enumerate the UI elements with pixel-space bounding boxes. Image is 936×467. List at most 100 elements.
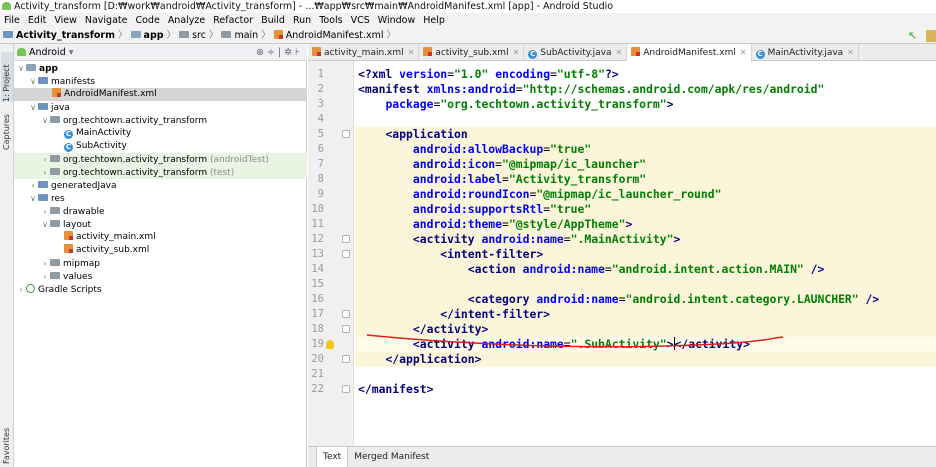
- tree-item-activity-sub-xml[interactable]: activity_sub.xml: [14, 244, 307, 257]
- menu-code[interactable]: Code: [131, 13, 163, 28]
- fold-marker-icon[interactable]: [342, 130, 350, 138]
- code-line[interactable]: </application>: [358, 352, 481, 367]
- breadcrumb-app[interactable]: app: [144, 28, 164, 44]
- tree-item-activity-main-xml[interactable]: activity_main.xml: [14, 231, 307, 244]
- menu-build[interactable]: Build: [257, 13, 289, 28]
- code-line[interactable]: <action android:name="android.intent.act…: [358, 262, 825, 277]
- menu-run[interactable]: Run: [289, 13, 315, 28]
- tree-item-gradle-scripts[interactable]: › Gradle Scripts: [14, 283, 307, 296]
- chevron-down-icon[interactable]: ∨: [28, 192, 38, 205]
- tree-item-drawable[interactable]: › drawable: [14, 205, 307, 218]
- fold-marker-icon[interactable]: [342, 250, 350, 258]
- code-line[interactable]: android:theme="@style/AppTheme">: [358, 217, 632, 232]
- menu-vcs[interactable]: VCS: [347, 13, 374, 28]
- fold-marker-icon[interactable]: [342, 310, 350, 318]
- chevron-right-icon[interactable]: ›: [28, 179, 38, 192]
- code-line[interactable]: android:label="Activity_transform": [358, 172, 646, 187]
- tab-mainactivity-java[interactable]: C MainActivity.java ✕: [752, 44, 859, 61]
- code-line[interactable]: android:roundIcon="@mipmap/ic_launcher_r…: [358, 187, 722, 202]
- chevron-down-icon[interactable]: ∨: [28, 101, 38, 114]
- tree-item-androidmanifest[interactable]: AndroidManifest.xml: [14, 88, 307, 101]
- code-line[interactable]: <category android:name="android.intent.c…: [358, 292, 880, 307]
- tree-item-app[interactable]: ∨ app: [14, 62, 307, 75]
- tree-item-package-test[interactable]: › org.techtown.activity_transform (test): [14, 166, 307, 179]
- menu-analyze[interactable]: Analyze: [164, 13, 209, 28]
- chevron-right-icon[interactable]: ›: [40, 166, 50, 179]
- tab-captures[interactable]: Captures: [1, 106, 13, 150]
- close-icon[interactable]: ✕: [509, 48, 520, 57]
- tab-project[interactable]: 1: Project: [1, 52, 13, 102]
- tab-text[interactable]: Text: [316, 447, 349, 467]
- view-selector[interactable]: Android: [29, 47, 66, 58]
- code-line[interactable]: package="org.techtown.activity_transform…: [358, 97, 673, 112]
- menu-view[interactable]: View: [50, 13, 81, 28]
- menu-file[interactable]: File: [0, 13, 24, 28]
- chevron-down-icon[interactable]: ∨: [28, 75, 38, 88]
- chevron-right-icon[interactable]: ›: [40, 205, 50, 218]
- menu-edit[interactable]: Edit: [24, 13, 50, 28]
- tab-subactivity-java[interactable]: C SubActivity.java ✕: [524, 44, 628, 61]
- code-line[interactable]: <?xml version="1.0" encoding="utf-8"?>: [358, 67, 619, 82]
- tab-activity-sub-xml[interactable]: activity_sub.xml ✕: [419, 44, 525, 61]
- menu-help[interactable]: Help: [419, 13, 449, 28]
- menu-window[interactable]: Window: [374, 13, 419, 28]
- menu-navigate[interactable]: Navigate: [81, 13, 132, 28]
- hide-icon[interactable]: ⊦: [295, 47, 303, 58]
- target-icon[interactable]: ⊕: [256, 47, 267, 58]
- chevron-right-icon[interactable]: ›: [16, 283, 26, 296]
- collapse-icon[interactable]: ÷: [267, 47, 278, 58]
- tree-item-layout[interactable]: ∨ layout: [14, 218, 307, 231]
- tree-item-mipmap[interactable]: › mipmap: [14, 257, 307, 270]
- gear-icon[interactable]: ✲: [284, 47, 295, 58]
- tree-item-package-androidtest[interactable]: › org.techtown.activity_transform (androi…: [14, 153, 307, 166]
- breadcrumb-main[interactable]: main: [234, 28, 258, 44]
- chevron-down-icon[interactable]: ∨: [40, 218, 50, 231]
- menu-refactor[interactable]: Refactor: [209, 13, 257, 28]
- fold-marker-icon[interactable]: [342, 385, 350, 393]
- tab-androidmanifest-xml[interactable]: AndroidManifest.xml ✕: [627, 44, 752, 62]
- chevron-right-icon[interactable]: ›: [40, 257, 50, 270]
- breadcrumb-file[interactable]: AndroidManifest.xml: [286, 28, 384, 44]
- chevron-down-icon[interactable]: ▾: [69, 47, 74, 58]
- chevron-down-icon[interactable]: ∨: [40, 114, 50, 127]
- breadcrumb-project[interactable]: Activity_transform: [16, 28, 115, 44]
- code-line[interactable]: <intent-filter>: [358, 247, 543, 262]
- tree-item-res[interactable]: ∨ res: [14, 192, 307, 205]
- close-icon[interactable]: ✕: [736, 48, 747, 57]
- make-project-hammer-icon[interactable]: ↖: [908, 30, 920, 42]
- code-line[interactable]: </intent-filter>: [358, 307, 550, 322]
- tab-merged-manifest[interactable]: Merged Manifest: [348, 447, 435, 467]
- chevron-right-icon[interactable]: ›: [40, 270, 50, 283]
- chevron-right-icon[interactable]: ›: [40, 153, 50, 166]
- code-line[interactable]: </manifest>: [358, 382, 433, 397]
- tree-item-subactivity[interactable]: C SubActivity: [14, 140, 307, 153]
- close-icon[interactable]: ✕: [612, 48, 623, 57]
- code-line[interactable]: android:icon="@mipmap/ic_launcher": [358, 157, 646, 172]
- breadcrumb-src[interactable]: src: [192, 28, 206, 44]
- tree-item-values[interactable]: › values: [14, 270, 307, 283]
- tree-item-java[interactable]: ∨ java: [14, 101, 307, 114]
- menu-tools[interactable]: Tools: [315, 13, 346, 28]
- fold-marker-icon[interactable]: [342, 325, 350, 333]
- chevron-down-icon[interactable]: ∨: [16, 62, 26, 75]
- code-line[interactable]: android:allowBackup="true": [358, 142, 591, 157]
- fold-marker-icon[interactable]: [342, 355, 350, 363]
- close-icon[interactable]: ✕: [843, 48, 854, 57]
- code-line[interactable]: <application: [358, 127, 467, 142]
- toolbar-button[interactable]: [926, 30, 936, 42]
- code-area[interactable]: <?xml version="1.0" encoding="utf-8"?> <m…: [355, 61, 936, 455]
- tab-activity-main-xml[interactable]: activity_main.xml ✕: [308, 44, 420, 61]
- tree-item-generatedjava[interactable]: › generatedJava: [14, 179, 307, 192]
- lightbulb-icon[interactable]: [326, 340, 334, 349]
- close-icon[interactable]: ✕: [404, 48, 415, 57]
- tree-item-mainactivity[interactable]: C MainActivity: [14, 127, 307, 140]
- code-line[interactable]: <manifest xmlns:android="http://schemas.…: [358, 82, 824, 97]
- tree-item-package[interactable]: ∨ org.techtown.activity_transform: [14, 114, 307, 127]
- layout-file-icon: [64, 244, 73, 253]
- tab-favorites[interactable]: Favorites: [1, 424, 13, 464]
- code-line[interactable]: <activity android:name=".MainActivity">: [358, 232, 680, 247]
- editor-gutter[interactable]: 1 2 3 4 5 6 7 8 9 10 11 12 13 14 15 16 17 18 19 20 21 22: [308, 61, 354, 455]
- code-line[interactable]: android:supportsRtl="true": [358, 202, 591, 217]
- tree-item-manifests[interactable]: ∨ manifests: [14, 75, 307, 88]
- fold-marker-icon[interactable]: [342, 235, 350, 243]
